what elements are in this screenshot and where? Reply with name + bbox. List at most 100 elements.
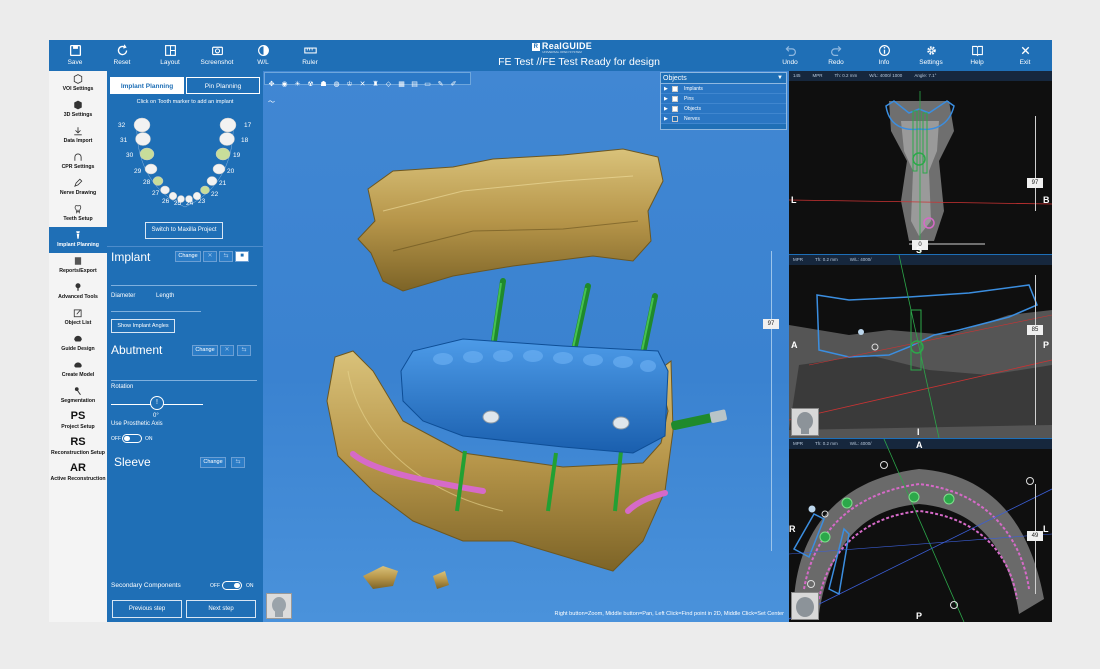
panel-divider <box>107 246 263 247</box>
sidebar-item-active-reconstruction[interactable]: AR Active Reconstruction <box>49 461 107 487</box>
settings-button[interactable]: Settings <box>906 42 956 70</box>
abutment-change-button[interactable]: Change <box>192 345 218 356</box>
guide-icon <box>49 331 107 346</box>
redo-button[interactable]: Redo <box>811 42 861 70</box>
slice-value: 49 <box>1027 531 1043 541</box>
prosthetic-axis-label: Use Prosthetic Axis <box>111 421 163 427</box>
implant-copy-button[interactable]: ⇆ <box>219 251 233 262</box>
slice-vertical-slider[interactable] <box>1035 275 1036 425</box>
abutment-copy-button[interactable]: ⇆ <box>237 345 251 356</box>
implants-checkbox[interactable] <box>672 86 678 92</box>
arch-icon <box>49 149 107 164</box>
head-orientation-icon[interactable] <box>791 408 819 436</box>
sidebar-item-voi-settings[interactable]: VOI Settings <box>49 71 107 97</box>
orient-left: A <box>791 340 798 350</box>
gear-icon <box>906 42 956 59</box>
implant-icon <box>49 227 107 242</box>
slice-vertical-slider[interactable] <box>1035 116 1036 211</box>
objects-checkbox[interactable] <box>672 106 678 112</box>
sidebar-item-advanced-tools[interactable]: Advanced Tools <box>49 279 107 305</box>
slice-view-coronal[interactable]: 145 MPR Th: 0.2 mm W/L: 4000/ 1000 Angle: 7.… <box>789 71 1052 254</box>
previous-step-button[interactable]: Previous step <box>112 600 182 618</box>
sidebar-item-create-model[interactable]: Create Model <box>49 357 107 383</box>
implant-planning-panel: Implant Planning Pin Planning Click on T… <box>107 71 263 622</box>
sleeve-section-title: Sleeve <box>114 455 151 469</box>
info-button[interactable]: Info <box>859 42 909 70</box>
rotation-slider-knob[interactable]: ! <box>150 396 164 410</box>
sidebar-item-segmentation[interactable]: Segmentation <box>49 383 107 409</box>
model-icon <box>49 357 107 372</box>
lock-icon[interactable]: ■ <box>235 251 249 262</box>
prosthetic-axis-toggle[interactable] <box>122 434 142 443</box>
object-row-pins[interactable]: ▶ Pins <box>661 94 786 104</box>
help-button[interactable]: Help <box>952 42 1002 70</box>
reset-button[interactable]: Reset <box>97 42 147 70</box>
nerves-checkbox[interactable] <box>672 116 678 122</box>
sidebar-item-project-setup[interactable]: PS Project Setup <box>49 409 107 435</box>
head-orientation-icon[interactable] <box>266 593 292 619</box>
tooth-hint: Click on Tooth marker to add an implant <box>136 99 234 105</box>
tab-implant-planning[interactable]: Implant Planning <box>110 77 184 94</box>
object-row-nerves[interactable]: ▶ Nerves <box>661 114 786 124</box>
pins-checkbox[interactable] <box>672 96 678 102</box>
orient-left: L <box>791 195 797 205</box>
tab-pin-planning[interactable]: Pin Planning <box>186 77 260 94</box>
expand-icon[interactable]: ▶ <box>664 84 668 94</box>
slice-view-sagittal[interactable]: MPR Th: 0.2 mm W/L: 4000/ 85 A P I <box>789 255 1052 438</box>
info-icon <box>859 42 909 59</box>
sleeve-change-button[interactable]: Change <box>200 457 226 468</box>
segmentation-icon <box>49 383 107 398</box>
sidebar-item-data-import[interactable]: Data Import <box>49 123 107 149</box>
workflow-sidebar: VOI Settings 3D Settings Data Import CPR… <box>49 71 107 622</box>
sidebar-item-guide-design[interactable]: Guide Design <box>49 331 107 357</box>
save-button[interactable]: Save <box>50 42 100 70</box>
expand-icon[interactable]: ▶ <box>664 114 668 124</box>
implant-divider <box>111 285 257 286</box>
sidebar-item-teeth-setup[interactable]: Teeth Setup <box>49 201 107 227</box>
head-orientation-icon[interactable] <box>791 592 819 620</box>
reconstruction-setup-glyph: RS <box>70 436 86 448</box>
secondary-components-toggle[interactable] <box>222 581 242 590</box>
wl-button[interactable]: W/L <box>238 42 288 70</box>
sidebar-item-3d-settings[interactable]: 3D Settings <box>49 97 107 123</box>
active-reconstruction-glyph: AR <box>70 462 86 474</box>
next-step-button[interactable]: Next step <box>186 600 256 618</box>
sidebar-item-reconstruction-setup[interactable]: RS Reconstruction Setup <box>49 435 107 461</box>
expand-icon[interactable]: ▶ <box>664 94 668 104</box>
slice-view-axial[interactable]: MPR Th: 0.2 mm W/L: 4000/ 49 A R L P <box>789 439 1052 622</box>
mouse-hint: Right button=Zoom, Middle button=Pan, Le… <box>554 611 784 617</box>
prosthetic-axis-on-label: ON <box>145 436 153 442</box>
sidebar-item-object-list[interactable]: Object List <box>49 305 107 331</box>
3d-view[interactable]: ✥ ◉ ☀ ☢ ☗ ◍ ♔ ✕ ♜ ◇ ▦ ▤ ▭ ✎ ✐〜 Objects ▼… <box>263 71 789 622</box>
sleeve-copy-button[interactable]: ⇆ <box>231 457 245 468</box>
chevron-down-icon[interactable]: ▼ <box>777 73 783 84</box>
layout-button[interactable]: Layout <box>145 42 195 70</box>
undo-button[interactable]: Undo <box>765 42 815 70</box>
exit-button[interactable]: Exit <box>1000 42 1050 70</box>
object-row-implants[interactable]: ▶ Implants <box>661 84 786 94</box>
cube-3d-icon <box>49 97 107 112</box>
orient-left: R <box>789 524 796 534</box>
ruler-button[interactable]: Ruler <box>285 42 335 70</box>
show-implant-angles-button[interactable]: Show Implant Angles <box>111 319 175 333</box>
axial-ct-image <box>789 439 1052 622</box>
expand-icon[interactable]: ▶ <box>664 104 668 114</box>
sidebar-item-nerve-drawing[interactable]: Nerve Drawing <box>49 175 107 201</box>
abutment-section-title: Abutment <box>111 343 163 357</box>
object-row-objects[interactable]: ▶ Objects <box>661 104 786 114</box>
switch-maxilla-button[interactable]: Switch to Maxilla Project <box>145 222 223 239</box>
tooth-chart[interactable]: 32 31 30 29 28 27 26 25 24 23 22 21 20 1… <box>115 107 255 219</box>
sidebar-item-implant-planning[interactable]: Implant Planning <box>49 227 107 253</box>
realguide-logo: R RealGUIDE UNIVERSAL OPEN SYSTEM <box>531 41 593 54</box>
screenshot-button[interactable]: Screenshot <box>192 42 242 70</box>
implant-delete-button[interactable]: ✕ <box>203 251 217 262</box>
zoom-slider[interactable] <box>771 251 772 551</box>
abutment-delete-button[interactable]: ✕ <box>220 345 234 356</box>
implant-change-button[interactable]: Change <box>175 251 201 262</box>
objects-panel-header[interactable]: Objects ▼ <box>661 73 786 84</box>
secondary-off-label: OFF <box>210 583 220 589</box>
sidebar-item-reports-export[interactable]: Reports/Export <box>49 253 107 279</box>
sidebar-item-cpr-settings[interactable]: CPR Settings <box>49 149 107 175</box>
close-icon <box>1000 42 1050 59</box>
rotation-label: Rotation <box>111 384 134 390</box>
